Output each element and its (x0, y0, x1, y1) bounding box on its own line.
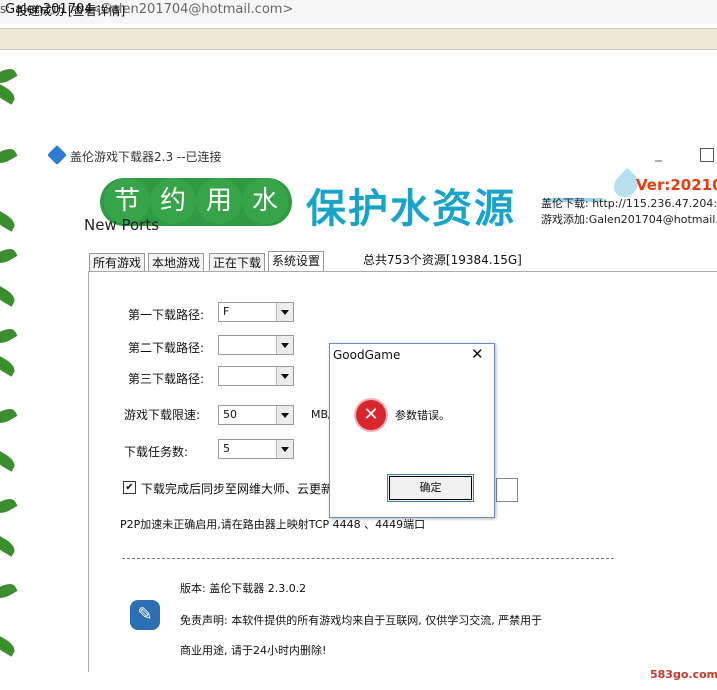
dialog-title: GoodGame (333, 348, 401, 362)
tasks-label: 下载任务数: (124, 445, 189, 459)
chevron-down-icon[interactable] (276, 440, 293, 458)
tasks-value: 5 (223, 442, 230, 455)
speed-value: 50 (223, 408, 237, 421)
close-icon[interactable]: ✕ (471, 345, 484, 363)
disclaimer-line-2: 商业用途, 请于24小时内删除! (180, 644, 327, 657)
p2p-note: P2P加速未正确启用,请在路由器上映射TCP 4448 、4449端口 (120, 518, 426, 531)
maximize-button[interactable] (700, 148, 714, 162)
chevron-down-icon[interactable] (276, 336, 293, 354)
chevron-down-icon[interactable] (276, 367, 293, 385)
site-watermark: 583go.com (650, 668, 717, 681)
sync-label: 下载完成后同步至网维大师、云更新 (141, 482, 334, 496)
version-label: Ver:20210 (636, 176, 717, 194)
path1-label: 第一下载路径: (128, 308, 205, 322)
path3-select[interactable] (218, 366, 294, 386)
speed-label: 游戏下载限速: (124, 408, 201, 422)
status-prefix: s: (0, 2, 11, 16)
tab-downloading[interactable]: 正在下载 (209, 253, 266, 272)
new-ports-label: New Ports (84, 216, 160, 234)
about-version: 版本: 盖伦下载器 2.3.0.2 (180, 582, 307, 595)
download-url[interactable]: 盖伦下载: http://115.236.47.204:8 (541, 196, 717, 212)
add-game-email[interactable]: 游戏添加:Galen201704@hotmail.co (541, 212, 717, 228)
path3-label: 第三下载路径: (128, 372, 205, 386)
banner-slogan: 保护水资源 (306, 186, 516, 232)
speed-select[interactable]: 50 (218, 405, 294, 425)
banner-char-3: 用 (196, 178, 242, 224)
chevron-down-icon[interactable] (276, 303, 293, 321)
delivery-status-text[interactable]: 投递成功 [查看详情] (16, 2, 125, 19)
sync-checkbox[interactable]: ✔ (123, 481, 136, 494)
path2-select[interactable] (218, 335, 294, 355)
tab-local-games[interactable]: 本地游戏 (148, 253, 205, 272)
chevron-down-icon[interactable] (276, 406, 293, 424)
ok-button[interactable]: 确定 (387, 474, 474, 502)
tab-all-games[interactable]: 所有游戏 (89, 253, 146, 272)
path1-value: F (223, 305, 230, 318)
app-title: 盖伦游戏下载器2.3 --已连接 (70, 150, 222, 164)
tab-settings[interactable]: 系统设置 (268, 251, 325, 272)
dialog-message: 参数错误。 (395, 409, 450, 422)
disclaimer-line-1: 免责声明: 本软件提供的所有游戏均来自于互联网, 仅供学习交流, 严禁用于 (180, 614, 543, 627)
delivery-status-bar (0, 28, 717, 50)
sync-config-box[interactable] (496, 478, 518, 502)
path2-label: 第二下载路径: (128, 341, 205, 355)
resource-count: 总共753个资源[19384.15G] (363, 253, 522, 267)
section-divider (122, 558, 614, 559)
tasks-select[interactable]: 5 (218, 439, 294, 459)
pencil-edit-icon: ✎ (130, 600, 160, 630)
path1-select[interactable]: F (218, 302, 294, 322)
error-icon: ✕ (356, 400, 386, 430)
banner-char-4: 水 (242, 178, 288, 224)
download-info: 盖伦下载: http://115.236.47.204:8 游戏添加:Galen… (541, 196, 717, 228)
minimize-button[interactable]: _ (655, 146, 662, 162)
